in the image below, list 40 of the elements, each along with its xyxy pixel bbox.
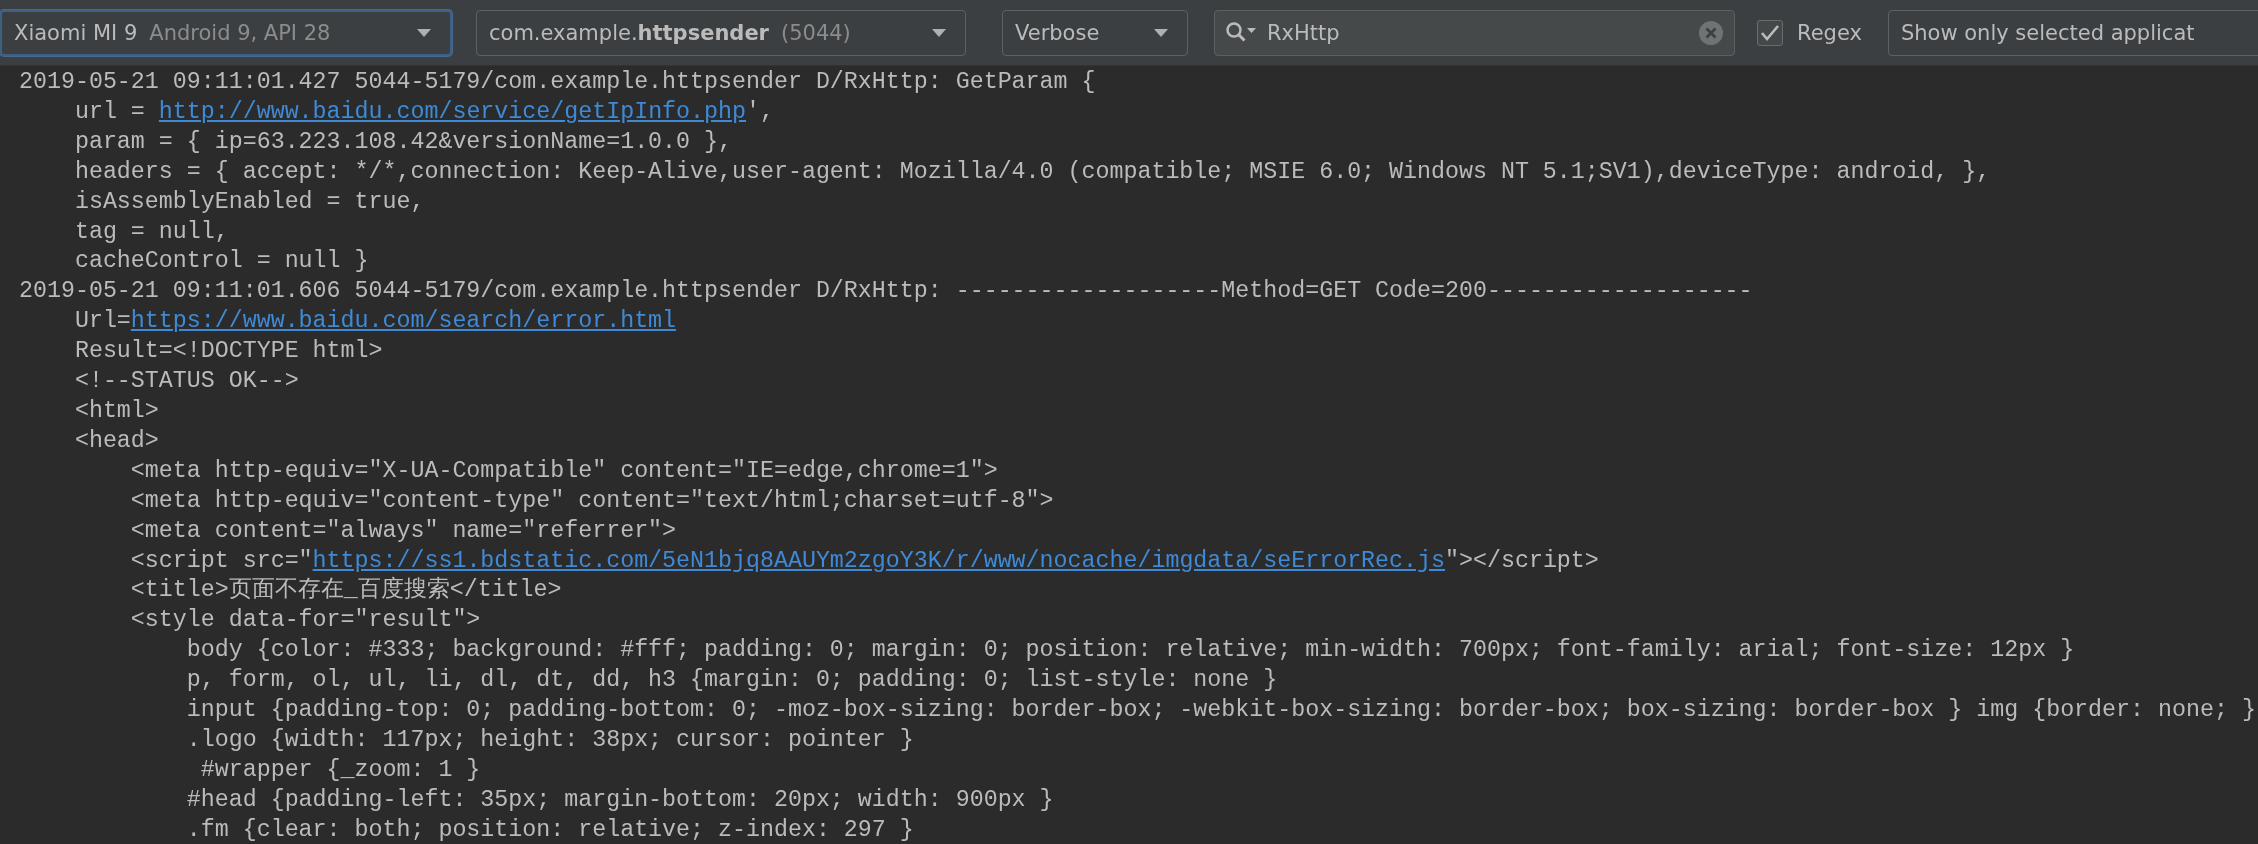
caret-icon	[931, 27, 947, 38]
log-line: <style data-for="result">	[129, 606, 481, 636]
log-line: Url=https://www.baidu.com/search/error.html	[73, 307, 677, 337]
log-line: cacheControl = null }	[73, 247, 369, 277]
process-dropdown[interactable]: com.example.httpsender (5044)	[476, 9, 966, 56]
link[interactable]: https://www.baidu.com/search/error.html	[130, 308, 677, 335]
regex-checkbox[interactable]	[1757, 19, 1783, 46]
log-line: headers = { accept: */*,connection: Keep-Alive,user-agent: Mozilla/4.0 (compatible; MSIE 6.0; Windows NT 5.1;SV1),deviceType: android, },	[73, 157, 1991, 187]
regex-label: Regex	[1797, 20, 1862, 45]
caret-icon	[1153, 27, 1169, 38]
log-line: input {padding-top: 0; padding-bottom: 0; -moz-box-sizing: border-box; -webkit-box-sizing: border-box; box-sizing: border-box } img {border: none; }	[185, 696, 2256, 726]
log-line: p, form, ol, ul, li, dl, dt, dd, h3 {margin: 0; padding: 0; list-style: none }	[185, 666, 1278, 696]
log-line: Result=<!DOCTYPE html>	[73, 337, 383, 367]
log-line: #wrapper {_zoom: 1 }	[199, 755, 481, 785]
caret-icon	[416, 27, 432, 38]
log-line: isAssemblyEnabled = true,	[73, 187, 425, 217]
log-line: 2019-05-21 09:11:01.606 5044-5179/com.example.httpsender D/RxHttp: -------------------Method=GET Code=200-------------------	[19, 277, 1753, 307]
search-bar[interactable]: RxHttp	[1214, 9, 1735, 56]
log-line: .logo {width: 117px; height: 38px; cursor: pointer }	[185, 725, 914, 755]
link[interactable]: http://www.baidu.com/service/getIpInfo.php	[158, 98, 746, 125]
log-line: <title>页面不存在_百度搜索</title>	[129, 576, 562, 606]
log-level-dropdown[interactable]: Verbose	[1002, 9, 1188, 56]
log-line: body {color: #333; background: #fff; padding: 0; margin: 0; position: relative; min-width: 700px; font-family: arial; font-size: 12px }	[185, 636, 2075, 666]
search-field[interactable]: RxHttp	[1267, 20, 1690, 45]
log-line: tag = null,	[73, 217, 229, 247]
log-line: <meta http-equiv="content-type" content="text/html;charset=utf-8">	[129, 486, 1054, 516]
log-line: <meta content="always" name="referrer">	[129, 516, 677, 546]
device-dropdown[interactable]: Xiaomi MI 9 Android 9, API 28	[0, 9, 452, 56]
log-line: <meta http-equiv="X-UA-Compatible" content="IE=edge,chrome=1">	[129, 456, 998, 486]
log-line: param = { ip=63.223.108.42&versionName=1.0.0 },	[73, 127, 732, 157]
log-line: <head>	[73, 426, 159, 456]
log-line: <html>	[73, 396, 159, 426]
log-line: 2019-05-21 09:11:01.427 5044-5179/com.example.httpsender D/RxHttp: GetParam {	[19, 68, 1096, 97]
log-line: <!--STATUS OK-->	[73, 367, 299, 397]
link[interactable]: https://ss1.bdstatic.com/5eN1bjq8AAUYm2zgoY3K/r/www/nocache/imgdata/seErrorRec.js	[312, 547, 1445, 574]
log-line: url = http://www.baidu.com/service/getIpInfo.php',	[73, 97, 774, 127]
log-line: #head {padding-left: 35px; margin-bottom: 20px; width: 900px }	[185, 785, 1054, 815]
filter-dropdown[interactable]: Show only selected applicat	[1887, 9, 2258, 56]
log-line: <script src="https://ss1.bdstatic.com/5eN1bjq8AAUYm2zgoY3K/r/www/nocache/imgdata/seErrorRec.js"></script>	[129, 546, 1599, 576]
log-line: .fm {clear: both; position: relative; z-index: 297 }	[185, 815, 914, 844]
